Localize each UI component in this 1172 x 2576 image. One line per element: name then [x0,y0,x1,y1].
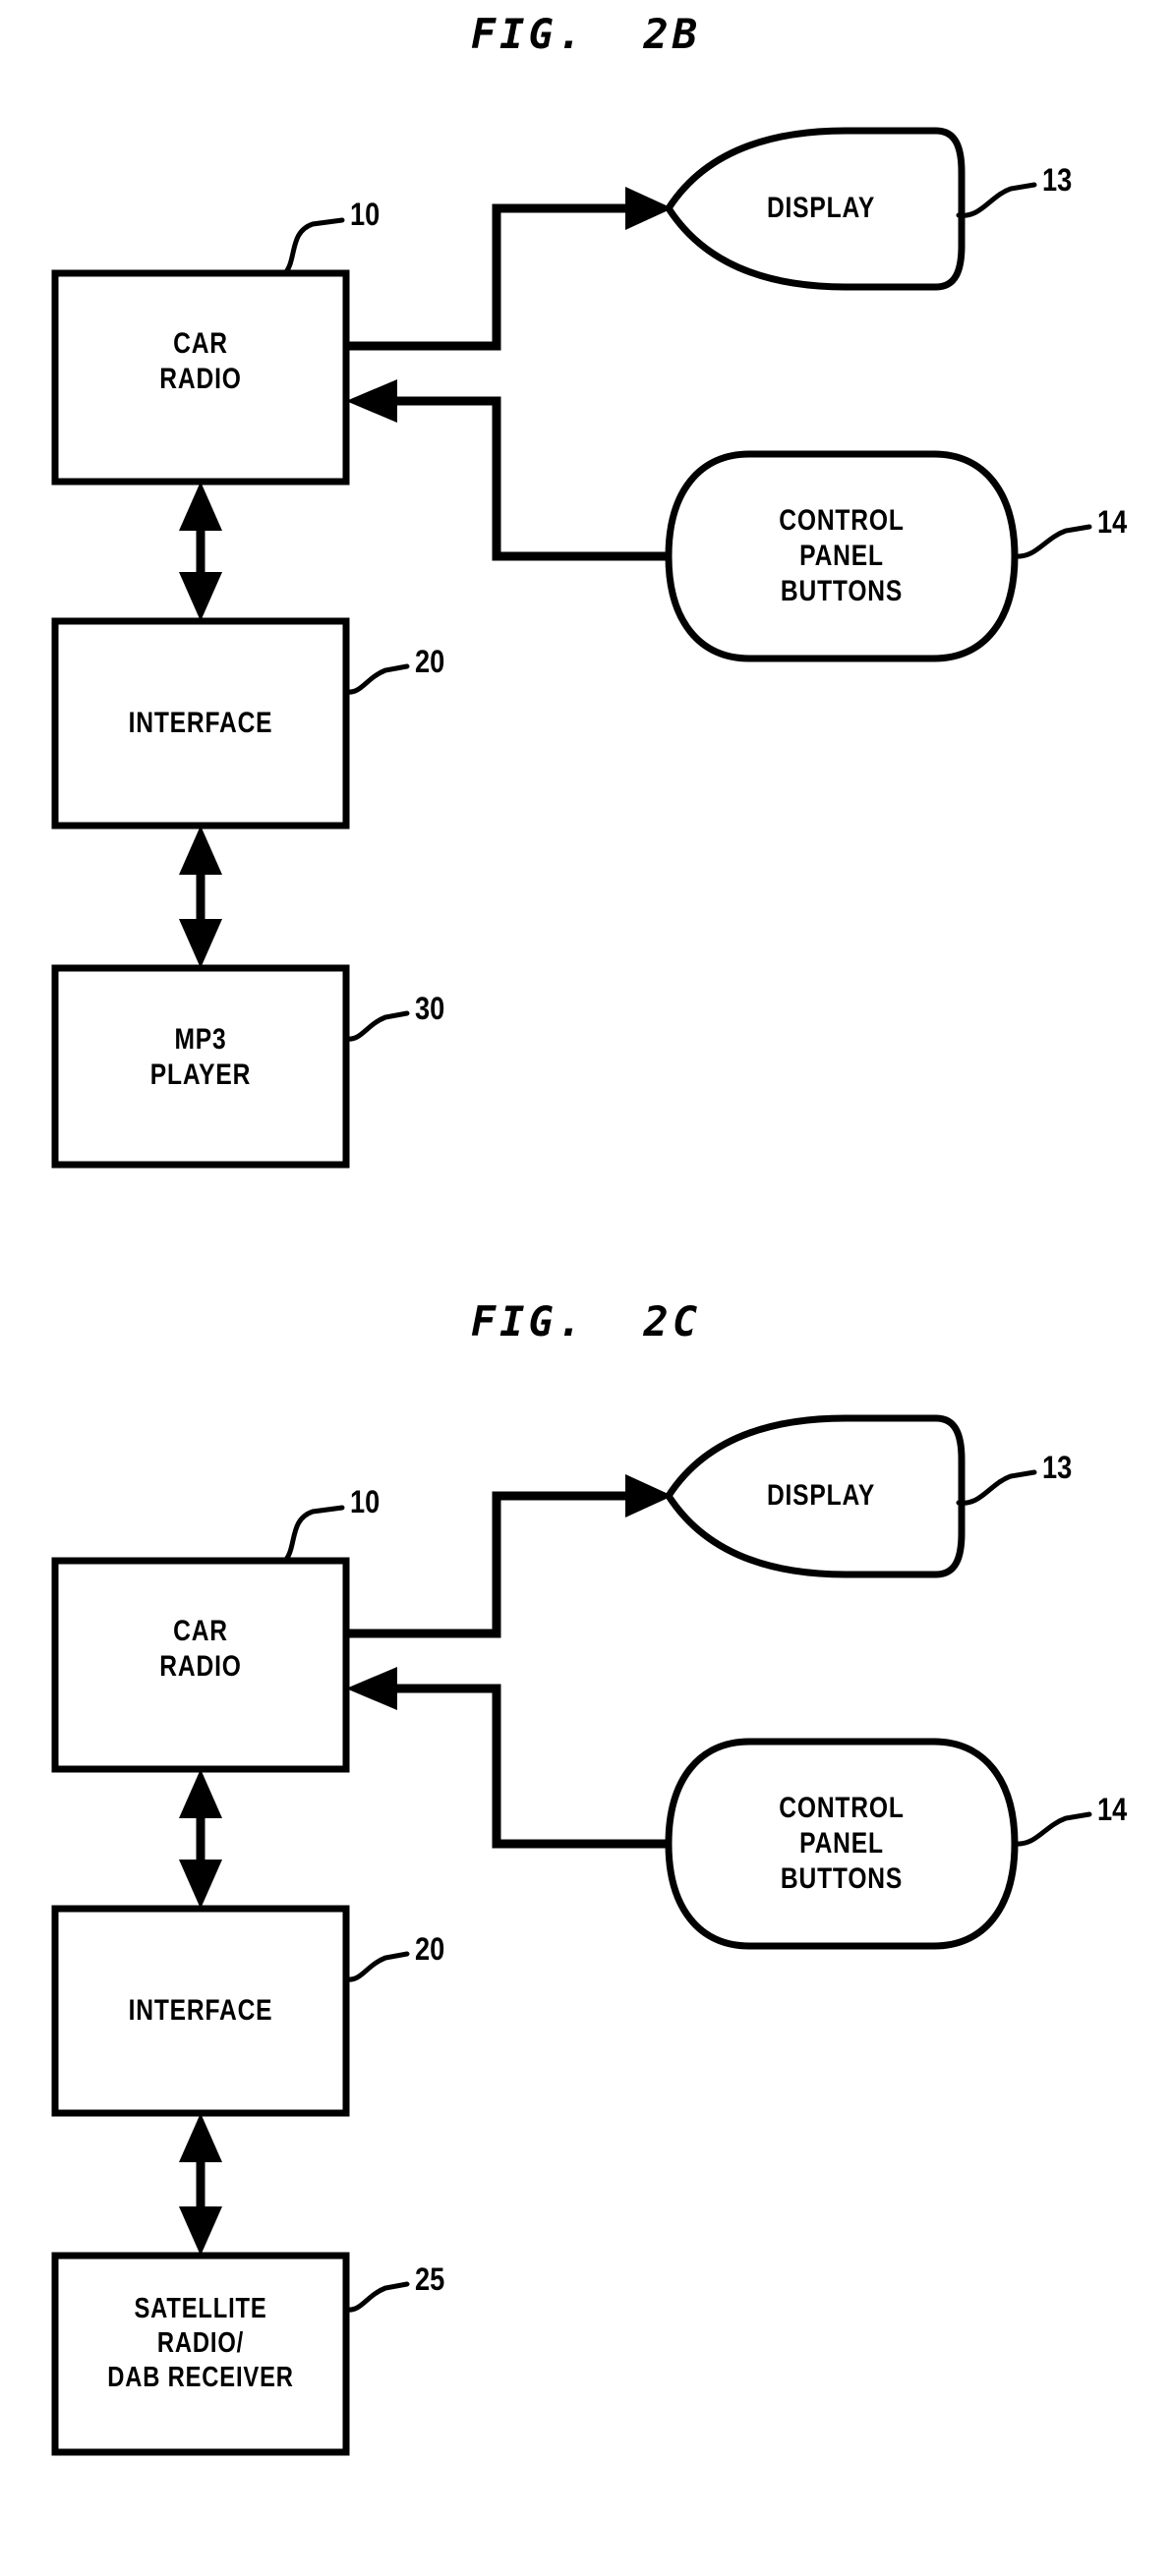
arrowhead-radio-in [346,379,397,423]
arrowhead-down-bottom [179,2206,222,2256]
ref-14: 14 [1097,504,1128,540]
leader-14 [1012,1811,1092,1847]
leader-10 [282,217,345,276]
leader-14 [1012,524,1092,559]
figure-2b: FIG. 2B CAR RADIO INTERFACE MP3 PLAYER D… [0,0,1172,1288]
link-control-to-radio [393,396,669,561]
arrowhead-down-interface [179,572,222,621]
ref-25: 25 [415,2261,445,2297]
link-control-to-radio [393,1684,669,1849]
arrowhead-up-interface [179,2113,222,2162]
ref-10: 10 [350,1484,381,1519]
ref-13: 13 [1042,162,1073,198]
link-radio-to-display [346,1491,637,1638]
car-radio-label: CAR RADIO [159,1615,242,1683]
interface-label: INTERFACE [128,707,273,739]
patent-drawing-sheet: FIG. 2B CAR RADIO INTERFACE MP3 PLAYER D… [0,0,1172,2576]
leader-25 [343,2281,410,2313]
figure-2b-canvas [0,0,1172,1288]
ref-13: 13 [1042,1450,1073,1485]
ref-20: 20 [415,1931,445,1967]
mp3-player-label: MP3 PLAYER [149,1023,252,1091]
leader-13 [956,1469,1037,1506]
leader-20 [343,1951,410,1982]
satellite-radio-label: SATELLITE RADIO/ DAB RECEIVER [107,2293,294,2393]
leader-30 [343,1010,410,1042]
arrowhead-down-interface [179,1860,222,1909]
control-panel-label: CONTROL PANEL BUTTONS [779,1792,905,1895]
figure-2c: FIG. 2C CAR RADIO INTERFACE SATELLITE RA… [0,1288,1172,2576]
interface-label: INTERFACE [128,1994,273,2027]
arrowhead-up-radio [179,1769,222,1818]
arrowhead-up-radio [179,482,222,531]
link-radio-to-display [346,203,637,351]
leader-10 [282,1505,345,1564]
ref-30: 30 [415,991,445,1026]
arrowhead-display [625,187,673,230]
arrowhead-down-bottom [179,919,222,968]
display-label: DISPLAY [766,1479,876,1512]
arrowhead-up-interface [179,826,222,875]
control-panel-label: CONTROL PANEL BUTTONS [779,504,905,607]
ref-10: 10 [350,197,381,232]
display-label: DISPLAY [766,192,876,224]
car-radio-label: CAR RADIO [159,327,242,395]
leader-20 [343,663,410,695]
ref-14: 14 [1097,1792,1128,1827]
ref-20: 20 [415,644,445,679]
arrowhead-radio-in [346,1667,397,1710]
arrowhead-display [625,1474,673,1517]
leader-13 [956,182,1037,218]
